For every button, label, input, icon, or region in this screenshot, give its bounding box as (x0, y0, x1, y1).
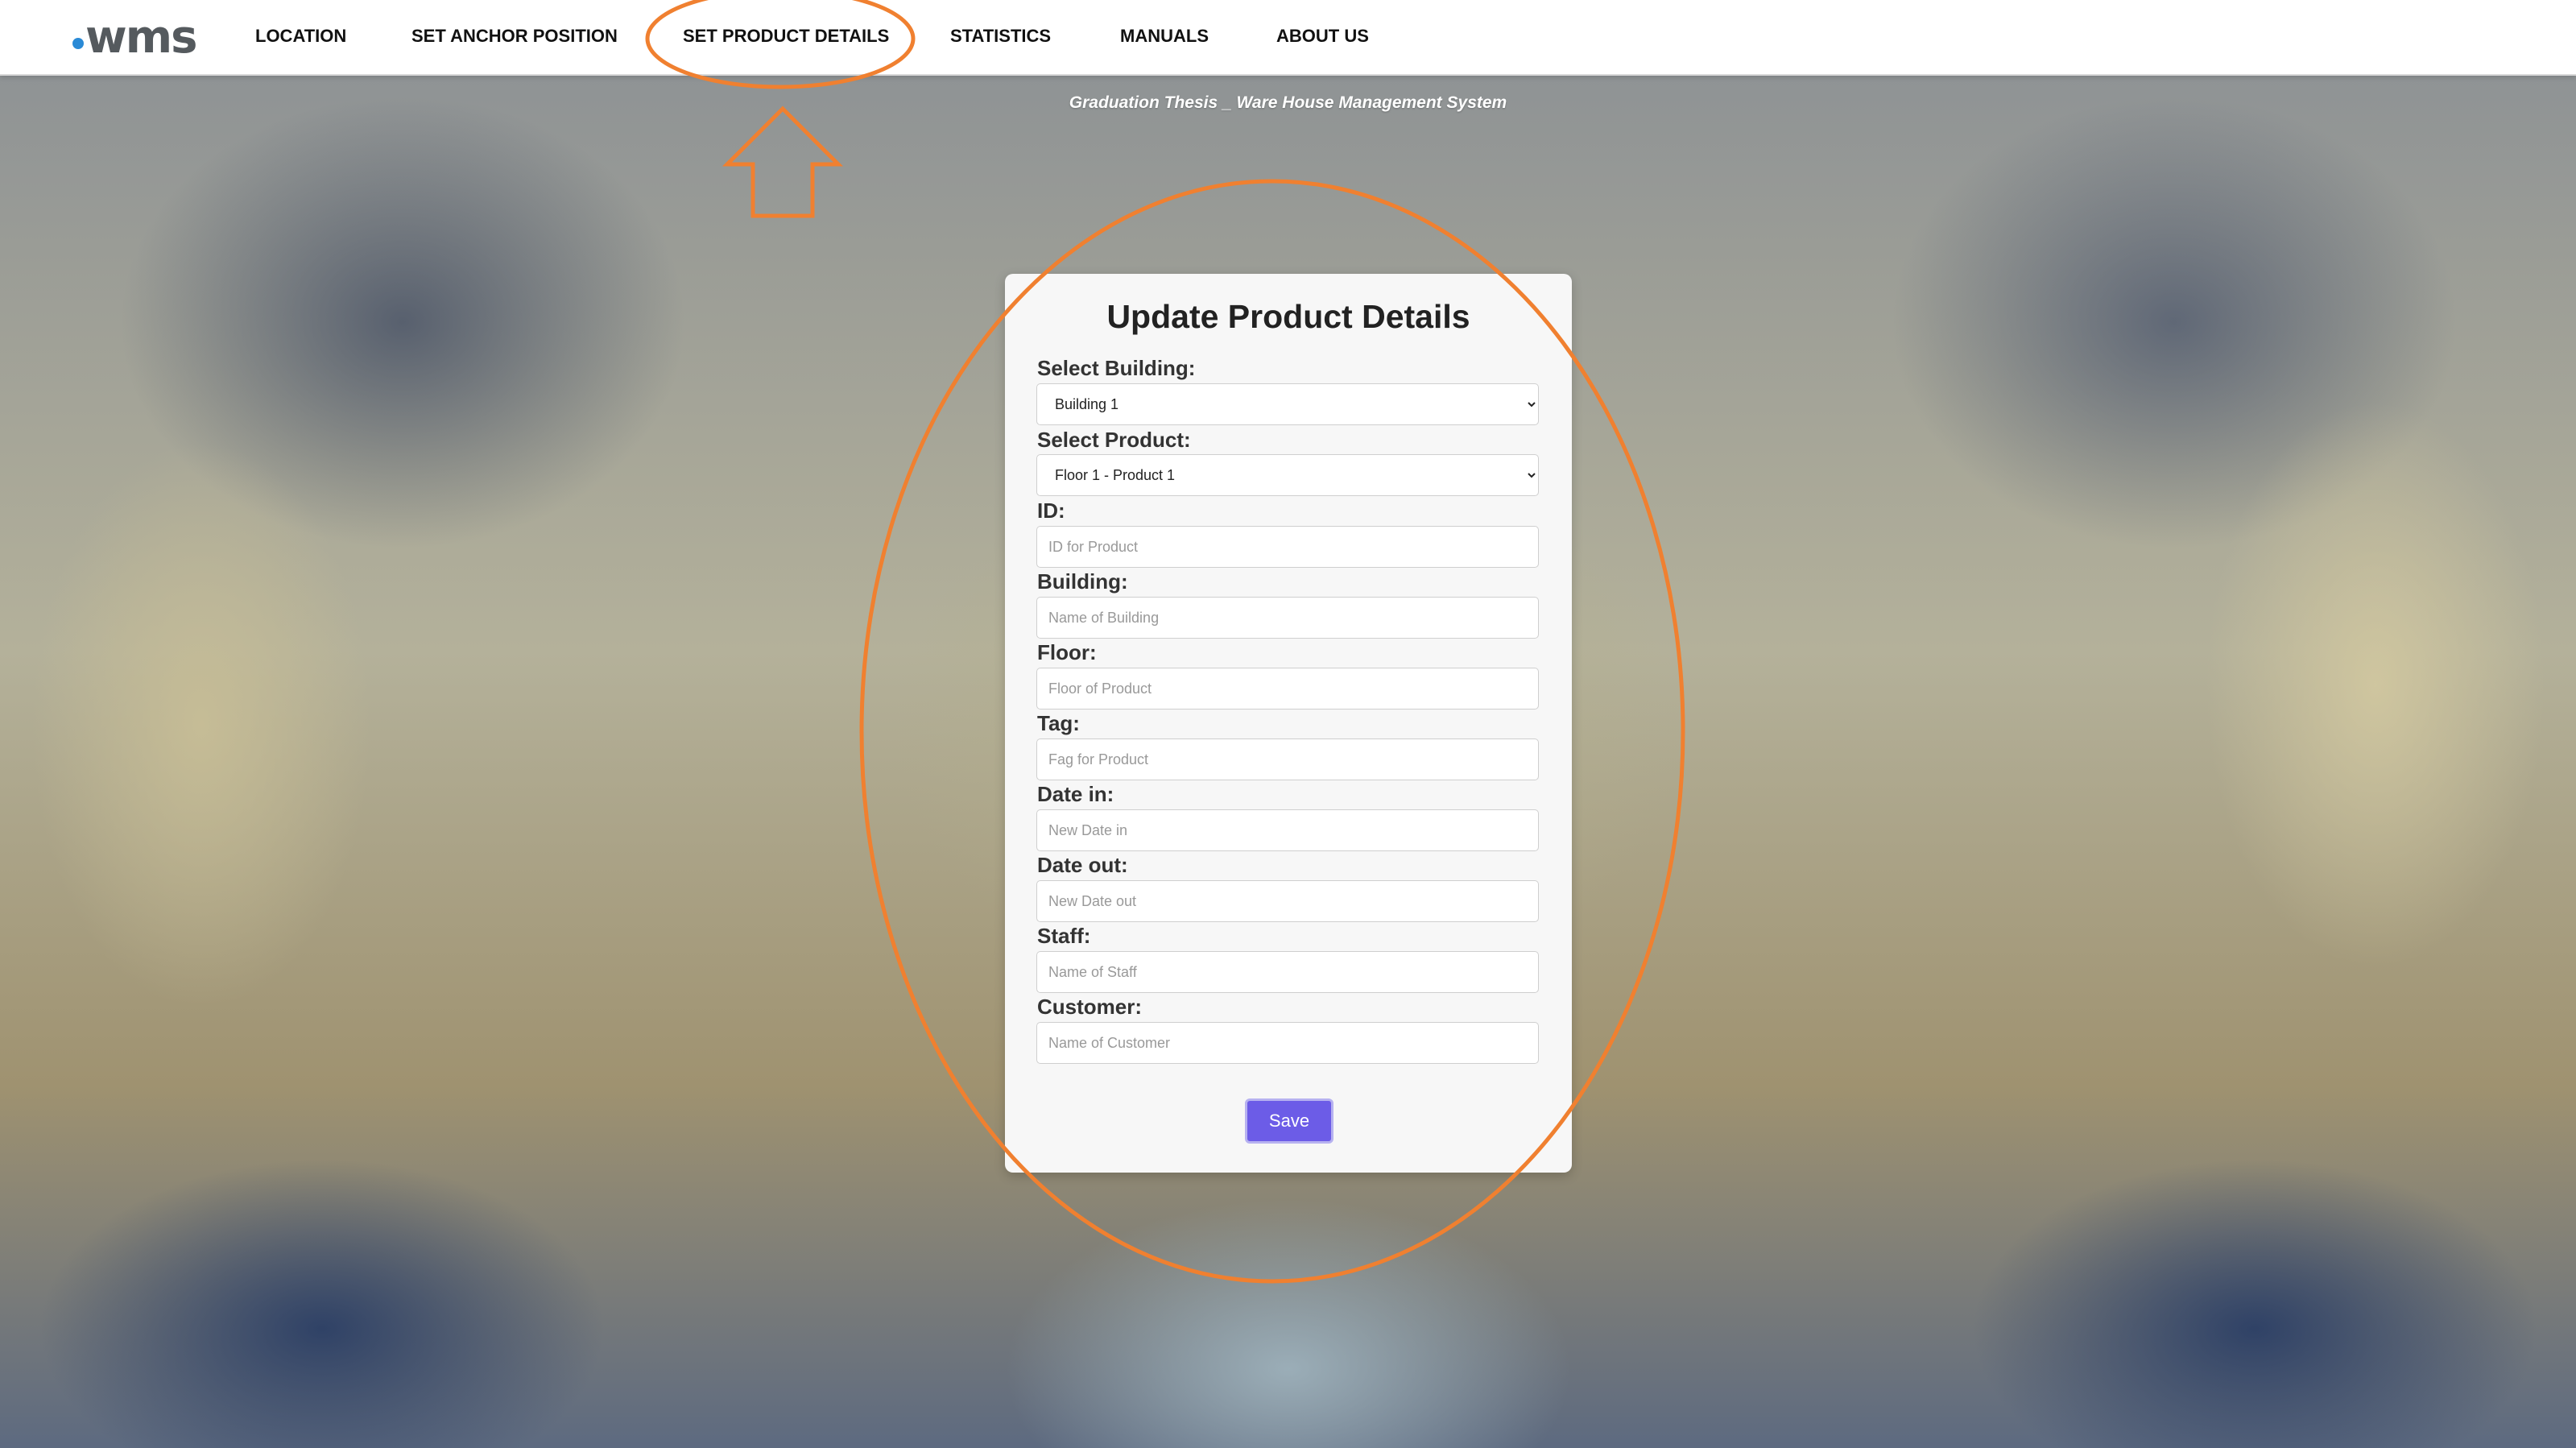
date-out-label: Date out: (1037, 853, 1128, 877)
nav-location[interactable]: LOCATION (255, 26, 346, 47)
date-in-input[interactable] (1036, 809, 1539, 851)
customer-label: Customer: (1037, 995, 1143, 1019)
tag-label: Tag: (1037, 711, 1080, 735)
logo-dot-icon (72, 38, 84, 49)
building-input[interactable] (1036, 597, 1539, 639)
select-product-label: Select Product: (1037, 428, 1191, 452)
date-out-input[interactable] (1036, 880, 1539, 922)
page-subtitle: Graduation Thesis _ Ware House Managemen… (1069, 93, 1507, 112)
building-label: Building: (1037, 569, 1128, 594)
nav-set-product-details[interactable]: SET PRODUCT DETAILS (683, 26, 889, 47)
top-navbar: wms LOCATION SET ANCHOR POSITION SET PRO… (0, 0, 2576, 76)
up-arrow-icon (722, 105, 844, 218)
update-product-form: Update Product Details Select Building: … (1005, 274, 1572, 1173)
customer-input[interactable] (1036, 1022, 1539, 1064)
id-input[interactable] (1036, 526, 1539, 568)
building-select[interactable]: Building 1 (1036, 383, 1539, 425)
staff-input[interactable] (1036, 951, 1539, 993)
nav-set-anchor-position[interactable]: SET ANCHOR POSITION (411, 26, 618, 47)
id-label: ID: (1037, 499, 1065, 523)
nav-manuals[interactable]: MANUALS (1120, 26, 1209, 47)
wms-logo[interactable]: wms (72, 11, 197, 64)
nav-statistics[interactable]: STATISTICS (950, 26, 1051, 47)
staff-label: Staff: (1037, 924, 1091, 948)
logo-text: wms (85, 11, 197, 64)
form-title: Update Product Details (1106, 298, 1470, 335)
floor-label: Floor: (1037, 640, 1097, 664)
date-in-label: Date in: (1037, 782, 1114, 806)
tag-input[interactable] (1036, 738, 1539, 780)
nav-about-us[interactable]: ABOUT US (1276, 26, 1369, 47)
save-button[interactable]: Save (1245, 1098, 1333, 1144)
product-select[interactable]: Floor 1 - Product 1 (1036, 454, 1539, 496)
select-building-label: Select Building: (1037, 356, 1196, 380)
floor-input[interactable] (1036, 668, 1539, 710)
